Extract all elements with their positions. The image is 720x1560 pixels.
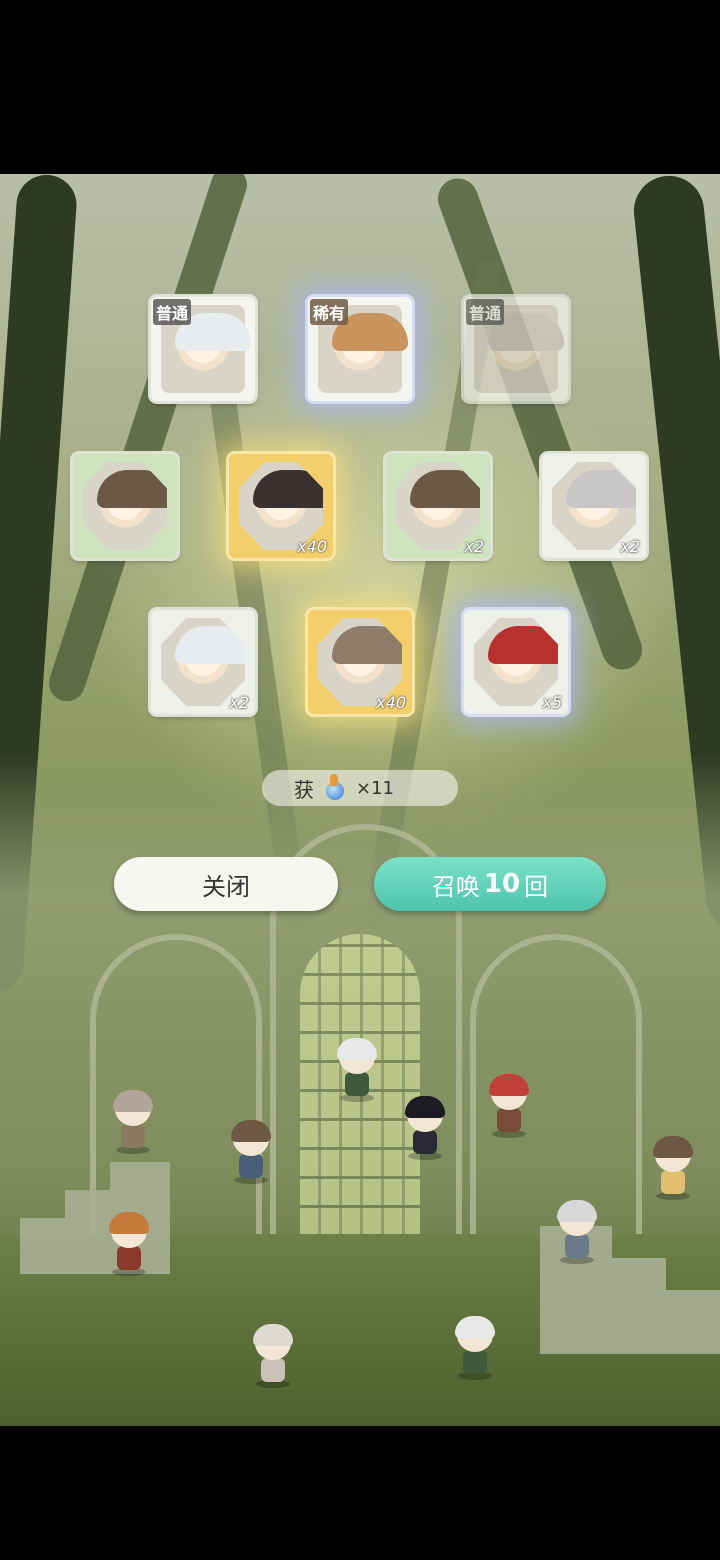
- chibi-body: [345, 1072, 369, 1096]
- result-card[interactable]: 普通: [151, 297, 255, 401]
- chibi-hair: [405, 1096, 445, 1118]
- summon-button-count: 10: [483, 869, 521, 899]
- chibi-character[interactable]: [112, 1090, 154, 1154]
- chibi-body: [565, 1234, 589, 1258]
- chibi-hair: [653, 1136, 693, 1158]
- chibi-body: [661, 1170, 685, 1194]
- result-card[interactable]: x2: [151, 610, 255, 714]
- result-card[interactable]: x40: [229, 454, 333, 558]
- rarity-tag: 稀有: [310, 299, 349, 325]
- chibi-character[interactable]: [336, 1038, 378, 1102]
- chibi-body: [117, 1246, 141, 1270]
- summon-10-button[interactable]: 召唤 10 回: [374, 857, 606, 911]
- chibi-hair: [337, 1038, 377, 1060]
- summon-crystal-icon: [324, 774, 346, 802]
- chibi-body: [239, 1154, 263, 1178]
- result-card[interactable]: [73, 454, 177, 558]
- chibi-hair: [109, 1212, 149, 1234]
- chibi-character[interactable]: [454, 1316, 496, 1380]
- chibi-hair: [231, 1120, 271, 1142]
- chibi-character[interactable]: [556, 1200, 598, 1264]
- result-card[interactable]: x40: [308, 610, 412, 714]
- result-card[interactable]: 普通: [464, 297, 568, 401]
- hair-shape: [488, 626, 558, 664]
- item-count: x40: [376, 693, 406, 712]
- chibi-body: [261, 1358, 285, 1382]
- item-count: x2: [464, 537, 484, 556]
- result-card[interactable]: x2: [386, 454, 490, 558]
- chibi-hair: [489, 1074, 529, 1096]
- result-card[interactable]: 稀有: [308, 297, 412, 401]
- close-button-label: 关闭: [202, 872, 250, 901]
- chibi-hair: [557, 1200, 597, 1222]
- reward-count: ×11: [356, 777, 394, 799]
- item-count: x40: [297, 537, 327, 556]
- hair-shape: [253, 470, 323, 508]
- chibi-character[interactable]: [404, 1096, 446, 1160]
- chibi-character[interactable]: [252, 1324, 294, 1388]
- hair-shape: [410, 470, 480, 508]
- character-shard-portrait: [83, 462, 167, 550]
- item-count: x5: [542, 693, 562, 712]
- hair-shape: [97, 470, 167, 508]
- summon-button-label-post: 回: [524, 872, 549, 901]
- chibi-character[interactable]: [108, 1212, 150, 1276]
- reward-summary: 获 ×11: [262, 770, 458, 806]
- hair-shape: [566, 470, 636, 508]
- hair-shape: [332, 626, 402, 664]
- chibi-body: [413, 1130, 437, 1154]
- chibi-hair: [455, 1316, 495, 1338]
- chibi-body: [121, 1124, 145, 1148]
- summon-button-label-pre: 召唤: [431, 872, 480, 901]
- item-count: x2: [620, 537, 640, 556]
- result-card[interactable]: x2: [542, 454, 646, 558]
- item-count: x2: [229, 693, 249, 712]
- close-button[interactable]: 关闭: [114, 857, 338, 911]
- chibi-character[interactable]: [230, 1120, 272, 1184]
- hair-shape: [175, 626, 245, 664]
- chibi-body: [497, 1108, 521, 1132]
- reward-label: 获: [294, 777, 314, 802]
- result-card[interactable]: x5: [464, 610, 568, 714]
- rarity-tag: 普通: [153, 299, 192, 325]
- chibi-body: [463, 1350, 487, 1374]
- chibi-hair: [113, 1090, 153, 1112]
- rarity-tag: 普通: [466, 299, 505, 325]
- chibi-character[interactable]: [488, 1074, 530, 1138]
- chibi-hair: [253, 1324, 293, 1346]
- chibi-character[interactable]: [652, 1136, 694, 1200]
